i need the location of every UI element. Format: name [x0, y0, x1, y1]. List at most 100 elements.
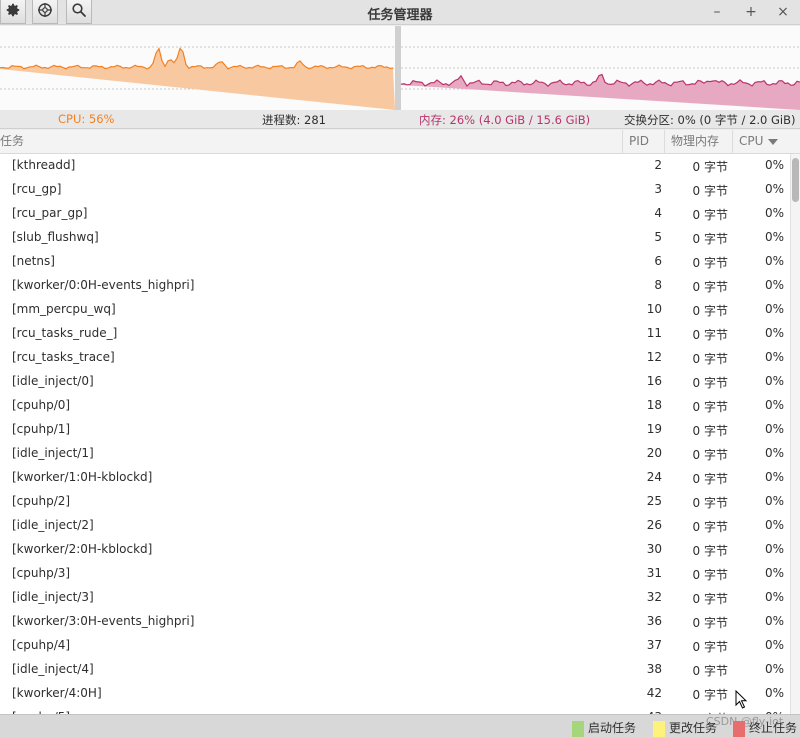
process-rss: 0 字节 [692, 640, 728, 654]
process-pid: 5 [654, 230, 662, 244]
process-row[interactable]: [cpuhp/4] 37 0 字节 0% [0, 634, 790, 658]
process-cpu: 0% [764, 542, 784, 556]
process-rss: 0 字节 [692, 448, 728, 462]
process-cpu: 0% [764, 518, 784, 532]
process-row[interactable]: [kworker/1:0H-kblockd] 24 0 字节 0% [0, 466, 790, 490]
process-cpu: 0% [764, 182, 784, 196]
process-row[interactable]: [rcu_tasks_trace] 12 0 字节 0% [0, 346, 790, 370]
process-rss: 0 字节 [692, 424, 728, 438]
column-rss[interactable]: 物理内存 [665, 130, 733, 154]
process-cpu: 0% [764, 158, 784, 172]
scrollbar-thumb[interactable] [792, 158, 799, 202]
process-row[interactable]: [cpuhp/5]430 字节0% [0, 706, 790, 714]
legend-bar: CSDN @fly-iot 启动任务 更改任务 终止任务 [0, 714, 800, 738]
process-rss: 0 字节 [692, 160, 728, 174]
process-row[interactable]: [rcu_gp] 3 0 字节 0% [0, 178, 790, 202]
process-name: [idle_inject/4] [12, 662, 94, 676]
process-pid: 2 [654, 158, 662, 172]
process-cpu: 0% [764, 566, 784, 580]
process-rss: 0 字节 [692, 400, 728, 414]
process-pid: 12 [646, 350, 662, 364]
process-cpu: 0% [764, 446, 784, 460]
change-swatch [653, 720, 665, 737]
process-row[interactable]: [netns] 6 0 字节 0% [0, 250, 790, 274]
process-name: [kworker/3:0H-events_highpri] [12, 614, 195, 628]
legend-start-label: 启动任务 [588, 721, 637, 735]
process-row[interactable]: [idle_inject/1] 20 0 字节 0% [0, 442, 790, 466]
column-pid[interactable]: PID [623, 130, 665, 154]
process-cpu: 0% [764, 254, 784, 268]
process-pid: 37 [646, 638, 662, 652]
column-task[interactable]: 任务 [0, 130, 623, 154]
process-row[interactable]: [kthreadd] 2 0 字节 0% [0, 154, 790, 178]
process-cpu: 0% [764, 302, 784, 316]
process-rss: 0 字节 [692, 280, 728, 294]
process-row[interactable]: [cpuhp/0] 18 0 字节 0% [0, 394, 790, 418]
process-list[interactable]: [kthreadd] 2 0 字节 0% [rcu_gp] 3 0 字节 0% [rcu_par… [0, 154, 790, 714]
cpu-graph [0, 26, 395, 110]
process-row[interactable]: [kworker/2:0H-kblockd] 30 0 字节 0% [0, 538, 790, 562]
process-pid: 20 [646, 446, 662, 460]
process-cpu: 0% [764, 206, 784, 220]
sort-descending-icon [768, 138, 779, 145]
process-name: [rcu_par_gp] [12, 206, 88, 220]
process-cpu: 0% [764, 326, 784, 340]
process-name: [idle_inject/3] [12, 590, 94, 604]
process-row[interactable]: [kworker/4:0H] 42 0 字节 0% [0, 682, 790, 706]
process-name: [kworker/0:0H-events_highpri] [12, 278, 195, 292]
process-name: [mm_percpu_wq] [12, 302, 116, 316]
process-name: [cpuhp/2] [12, 494, 71, 508]
process-rss: 0 字节 [692, 688, 728, 702]
process-rss: 0 字节 [692, 616, 728, 630]
column-cpu[interactable]: CPU [733, 130, 790, 154]
process-rss: 0 字节 [692, 304, 728, 318]
process-pid: 16 [646, 374, 662, 388]
process-pid: 36 [646, 614, 662, 628]
process-row[interactable]: [slub_flushwq] 5 0 字节 0% [0, 226, 790, 250]
vertical-scrollbar[interactable] [790, 154, 800, 714]
process-rss: 0 字节 [692, 256, 728, 270]
legend-change: 更改任务 [653, 719, 717, 737]
process-cpu: 0% [764, 422, 784, 436]
process-rss: 0 字节 [692, 184, 728, 198]
maximize-button[interactable]: + [741, 2, 761, 22]
process-pid: 18 [646, 398, 662, 412]
process-row[interactable]: [mm_percpu_wq] 10 0 字节 0% [0, 298, 790, 322]
process-name: [cpuhp/4] [12, 638, 71, 652]
start-swatch [572, 720, 584, 737]
process-name: [idle_inject/2] [12, 518, 94, 532]
process-row[interactable]: [idle_inject/3] 32 0 字节 0% [0, 586, 790, 610]
close-button[interactable]: × [773, 2, 793, 22]
memory-usage: 内存: 26% (4.0 GiB / 15.6 GiB) [419, 113, 591, 127]
process-cpu: 0% [764, 230, 784, 244]
process-row[interactable]: [rcu_par_gp] 4 0 字节 0% [0, 202, 790, 226]
process-pid: 26 [646, 518, 662, 532]
swap-usage: 交换分区: 0% (0 字节 / 2.0 GiB) [624, 113, 796, 127]
mouse-cursor-icon [735, 690, 748, 709]
process-row[interactable]: [idle_inject/2] 26 0 字节 0% [0, 514, 790, 538]
process-row[interactable]: [idle_inject/0] 16 0 字节 0% [0, 370, 790, 394]
process-row[interactable]: [cpuhp/2] 25 0 字节 0% [0, 490, 790, 514]
process-cpu: 0% [764, 590, 784, 604]
window-title: 任务管理器 [367, 8, 433, 23]
process-rss: 0 字节 [692, 592, 728, 606]
process-row[interactable]: [cpuhp/1] 19 0 字节 0% [0, 418, 790, 442]
process-row[interactable]: [kworker/3:0H-events_highpri] 36 0 字节 0% [0, 610, 790, 634]
process-name: [cpuhp/0] [12, 398, 71, 412]
process-rss: 0 字节 [692, 208, 728, 222]
cpu-usage: CPU: 56% [58, 112, 115, 126]
process-name: [idle_inject/1] [12, 446, 94, 460]
process-pid: 6 [654, 254, 662, 268]
process-cpu: 0% [764, 374, 784, 388]
process-row[interactable]: [rcu_tasks_rude_] 11 0 字节 0% [0, 322, 790, 346]
process-rss: 0 字节 [692, 328, 728, 342]
process-rss: 0 字节 [692, 544, 728, 558]
process-pid: 11 [646, 326, 662, 340]
process-row[interactable]: [kworker/0:0H-events_highpri] 8 0 字节 0% [0, 274, 790, 298]
minimize-button[interactable]: – [707, 2, 727, 22]
process-pid: 24 [646, 470, 662, 484]
process-name: [kthreadd] [12, 158, 76, 172]
process-row[interactable]: [cpuhp/3] 31 0 字节 0% [0, 562, 790, 586]
process-row[interactable]: [idle_inject/4] 38 0 字节 0% [0, 658, 790, 682]
process-name: [kworker/4:0H] [12, 686, 102, 700]
